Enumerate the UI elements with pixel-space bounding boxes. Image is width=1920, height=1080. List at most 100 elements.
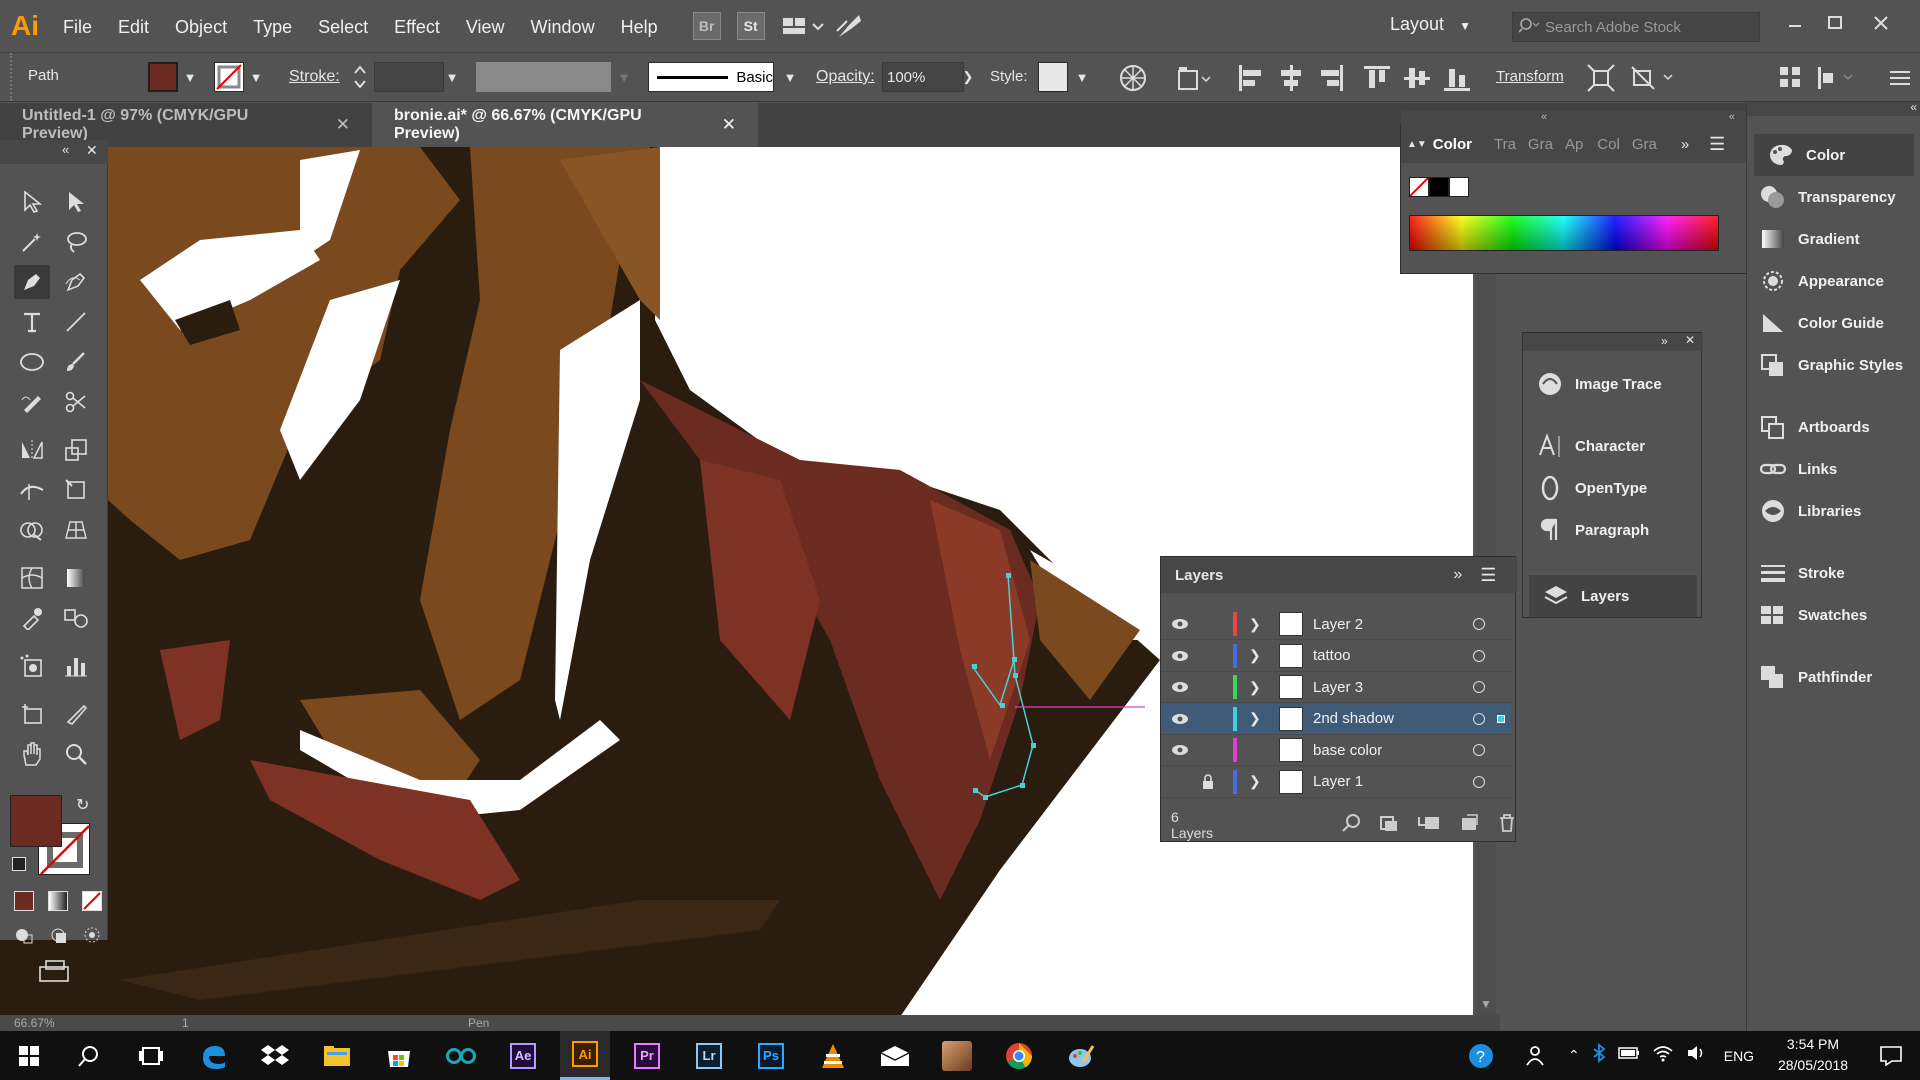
chevron-right-icon[interactable]: ❯ — [1249, 710, 1265, 727]
chevron-down-icon[interactable]: ▼ — [180, 62, 200, 92]
draw-inside-icon[interactable] — [82, 925, 102, 945]
stock-button[interactable]: St — [736, 12, 765, 40]
paint-app-icon[interactable] — [1056, 1031, 1106, 1080]
brush-definition[interactable]: Basic — [648, 62, 774, 92]
direct-selection-tool-icon[interactable] — [58, 185, 94, 219]
layer-row[interactable]: ❯ 2nd shadow — [1161, 703, 1511, 735]
tab-color[interactable]: Color — [1433, 136, 1472, 153]
transform-link[interactable]: Transform — [1496, 68, 1564, 85]
panel-menu-icon[interactable]: ☰ — [1709, 134, 1725, 155]
gpu-performance-icon[interactable] — [835, 11, 875, 41]
after-effects-icon[interactable]: Ae — [498, 1031, 548, 1080]
free-transform-tool-icon[interactable] — [58, 473, 94, 507]
expand-icon[interactable]: ▲▼ — [1407, 139, 1427, 150]
dock-transparency[interactable]: Transparency — [1746, 176, 1920, 218]
opacity-field[interactable]: 100% — [882, 62, 964, 92]
bluetooth-icon[interactable] — [1592, 1043, 1606, 1068]
align-vertical-center-icon[interactable] — [1402, 63, 1432, 93]
eye-icon[interactable] — [1171, 744, 1197, 756]
stroke-weight-stepper[interactable] — [350, 61, 370, 93]
black-swatch[interactable] — [1429, 177, 1449, 197]
photo-app-icon[interactable] — [932, 1031, 982, 1080]
align-top-icon[interactable] — [1362, 63, 1392, 93]
fill-color-active[interactable] — [10, 795, 62, 847]
layer-name[interactable]: 2nd shadow — [1313, 710, 1453, 727]
gradient-mode-icon[interactable] — [48, 891, 68, 911]
layer-name[interactable]: Layer 1 — [1313, 773, 1453, 790]
menu-effect[interactable]: Effect — [381, 0, 453, 52]
layer-name[interactable]: tattoo — [1313, 647, 1453, 664]
search-icon[interactable] — [64, 1031, 114, 1080]
trash-icon[interactable] — [1497, 813, 1517, 838]
chrome-icon[interactable] — [994, 1031, 1044, 1080]
opacity-label[interactable]: Opacity: — [816, 68, 875, 86]
target-icon[interactable] — [1473, 649, 1485, 662]
clock[interactable]: 3:54 PM 28/05/2018 — [1768, 1034, 1858, 1078]
layer-name[interactable]: Layer 3 — [1313, 679, 1453, 696]
tab-transparency[interactable]: Tra — [1494, 136, 1516, 153]
collapse-icon[interactable]: « — [1541, 111, 1547, 123]
speaker-icon[interactable] — [1686, 1044, 1708, 1067]
lasso-tool-icon[interactable] — [58, 225, 94, 259]
tab-graphic-styles[interactable]: Gra — [1632, 136, 1657, 153]
fill-swatch[interactable] — [148, 62, 178, 92]
chevron-up-icon[interactable]: ⌃ — [1568, 1047, 1580, 1064]
none-swatch[interactable] — [1409, 177, 1429, 197]
dock-swatches[interactable]: Swatches — [1746, 594, 1920, 636]
layer-row[interactable]: ❯ Layer 3 — [1161, 672, 1511, 703]
eye-icon[interactable] — [1171, 681, 1197, 693]
screen-mode-icon[interactable] — [0, 959, 108, 988]
create-sublayer-icon[interactable] — [1417, 813, 1441, 838]
language-indicator[interactable]: ENG — [1724, 1048, 1754, 1064]
task-view-icon[interactable] — [126, 1031, 176, 1080]
bridge-button[interactable]: Br — [692, 12, 721, 40]
tab-gradient[interactable]: Gra — [1528, 136, 1553, 153]
close-tab-icon[interactable]: ✕ — [722, 115, 736, 135]
eye-icon[interactable] — [1171, 618, 1197, 630]
gradient-tool-icon[interactable] — [58, 561, 94, 595]
dock-libraries[interactable]: Libraries — [1746, 490, 1920, 532]
layer-name[interactable]: Layer 2 — [1313, 616, 1453, 633]
chevron-right-icon[interactable]: ❯ — [958, 62, 978, 92]
artboard-number[interactable]: 1 — [182, 1016, 189, 1030]
selection-tool-icon[interactable] — [14, 185, 50, 219]
dock-paragraph[interactable]: Paragraph — [1523, 509, 1703, 551]
swap-fill-stroke-icon[interactable]: ↻ — [76, 795, 89, 815]
chevron-down-icon[interactable]: ▼ — [1476, 997, 1496, 1017]
dock-links[interactable]: Links — [1746, 448, 1920, 490]
dock-graphic-styles[interactable]: Graphic Styles — [1746, 344, 1920, 386]
chevron-right-icon[interactable]: ❯ — [1249, 647, 1265, 664]
vlc-icon[interactable] — [808, 1031, 858, 1080]
stroke-swatch[interactable] — [214, 62, 244, 92]
chevron-down-icon[interactable]: ▼ — [1072, 62, 1092, 92]
target-icon[interactable] — [1473, 775, 1485, 788]
wifi-icon[interactable] — [1652, 1044, 1674, 1067]
dock-color[interactable]: Color — [1754, 134, 1914, 176]
make-clipping-mask-icon[interactable] — [1379, 813, 1399, 838]
search-stock-input[interactable]: Search Adobe Stock — [1512, 12, 1760, 42]
mesh-tool-icon[interactable] — [14, 561, 50, 595]
curvature-tool-icon[interactable] — [58, 265, 94, 299]
help-icon[interactable]: ? — [1456, 1031, 1506, 1080]
eye-icon[interactable] — [1171, 713, 1197, 725]
white-swatch[interactable] — [1449, 177, 1469, 197]
edge-icon[interactable] — [188, 1031, 238, 1080]
dock-stroke[interactable]: Stroke — [1746, 552, 1920, 594]
shape-builder-icon[interactable] — [1630, 63, 1680, 93]
stroke-weight-field[interactable] — [374, 62, 444, 92]
scissors-tool-icon[interactable] — [58, 385, 94, 419]
variable-width-profile[interactable] — [476, 62, 611, 92]
none-mode-icon[interactable] — [82, 891, 102, 911]
line-segment-tool-icon[interactable] — [58, 305, 94, 339]
chevron-right-icon[interactable]: ❯ — [1249, 679, 1265, 696]
dock-opentype[interactable]: OpenType — [1523, 467, 1703, 509]
mail-icon[interactable] — [870, 1031, 920, 1080]
layers-panel-title[interactable]: Layers — [1175, 567, 1223, 584]
target-icon[interactable] — [1473, 618, 1485, 630]
dock-color-guide[interactable]: Color Guide — [1746, 302, 1920, 344]
target-icon[interactable] — [1473, 681, 1485, 693]
menu-type[interactable]: Type — [240, 0, 305, 52]
premiere-icon[interactable]: Pr — [622, 1031, 672, 1080]
collapse-icon[interactable]: « — [62, 142, 69, 157]
menu-window[interactable]: Window — [518, 0, 608, 52]
